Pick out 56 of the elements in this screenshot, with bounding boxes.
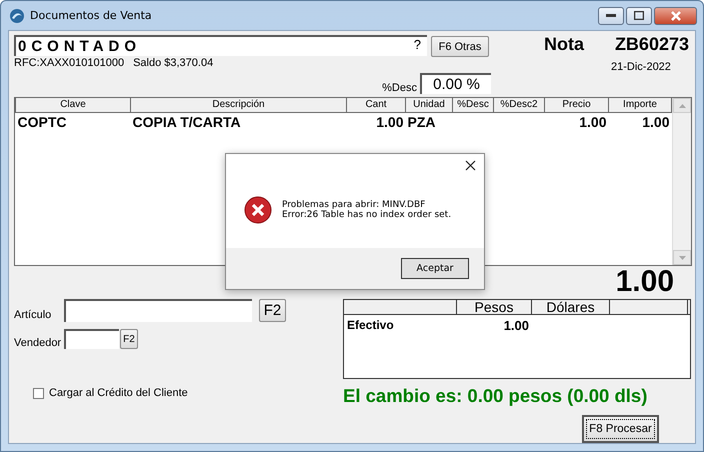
- minimize-icon: [606, 14, 616, 18]
- process-button[interactable]: F8 Procesar: [582, 415, 659, 443]
- table-cell: 1.00: [544, 112, 608, 130]
- down-arrow-icon: [678, 256, 686, 260]
- column-header[interactable]: %Desc: [452, 98, 494, 112]
- up-arrow-icon: [678, 104, 686, 108]
- window-title: Documentos de Venta: [30, 9, 153, 22]
- table-cell: PZA: [406, 112, 452, 130]
- document-number: ZB60273: [614, 34, 689, 55]
- help-mark: ?: [414, 36, 421, 52]
- document-date: 21-Dic-2022: [611, 61, 672, 73]
- article-label: Artículo: [14, 308, 52, 320]
- column-header[interactable]: %Desc2: [494, 98, 544, 112]
- close-icon[interactable]: [465, 160, 476, 171]
- minimize-button[interactable]: [598, 6, 624, 24]
- maximize-icon: [634, 11, 644, 20]
- column-header[interactable]: Unidad: [406, 98, 452, 112]
- total-amount: 1.00: [616, 266, 674, 299]
- column-header[interactable]: Clave: [16, 98, 130, 112]
- close-icon: [670, 10, 680, 20]
- error-message: Error:26 Table has no index order set.: [282, 210, 452, 220]
- balance-text: Saldo $3,370.04: [133, 57, 214, 69]
- discount-field[interactable]: 0.00 %: [420, 73, 491, 94]
- payment-method: Efectivo: [347, 318, 395, 333]
- error-message: Problemas para abrir: MINV.DBF: [282, 200, 426, 210]
- maximize-button[interactable]: [626, 6, 652, 24]
- accept-button[interactable]: Aceptar: [401, 258, 469, 279]
- other-button[interactable]: F6 Otras: [431, 36, 489, 57]
- column-header[interactable]: Importe: [608, 98, 672, 112]
- table-cell: COPIA T/CARTA: [130, 112, 346, 130]
- table-cell: 1.00: [346, 112, 406, 130]
- column-header[interactable]: Cant: [346, 98, 406, 112]
- column-header: Pesos: [457, 300, 532, 314]
- article-lookup-button[interactable]: F2: [259, 299, 286, 322]
- error-icon: [244, 196, 272, 224]
- table-cell: COPTC: [16, 112, 130, 130]
- discount-label: %Desc: [382, 82, 417, 94]
- change-text: El cambio es: 0.00 pesos (0.00 dls): [343, 385, 648, 407]
- app-icon: [9, 8, 25, 24]
- seller-field[interactable]: [64, 329, 119, 349]
- payment-amount: 1.00: [502, 318, 529, 333]
- close-button[interactable]: [654, 6, 697, 24]
- column-header: Dólares: [532, 300, 610, 314]
- seller-lookup-button[interactable]: F2: [120, 329, 138, 349]
- rfc-text: RFC:XAXX010101000: [14, 57, 124, 69]
- column-header[interactable]: Precio: [544, 98, 608, 112]
- seller-label: Vendedor: [14, 337, 62, 349]
- scrollbar[interactable]: [672, 98, 691, 265]
- table-cell: 1.00: [608, 112, 672, 130]
- document-type: Nota: [544, 34, 584, 55]
- customer-field[interactable]: 0CONTADO ?: [14, 34, 427, 56]
- column-header[interactable]: Descripción: [130, 98, 346, 112]
- credit-checkbox[interactable]: [33, 388, 44, 398]
- article-field[interactable]: [64, 299, 252, 322]
- credit-label: Cargar al Crédito del Cliente: [49, 387, 188, 399]
- customer-name: 0CONTADO: [18, 38, 142, 54]
